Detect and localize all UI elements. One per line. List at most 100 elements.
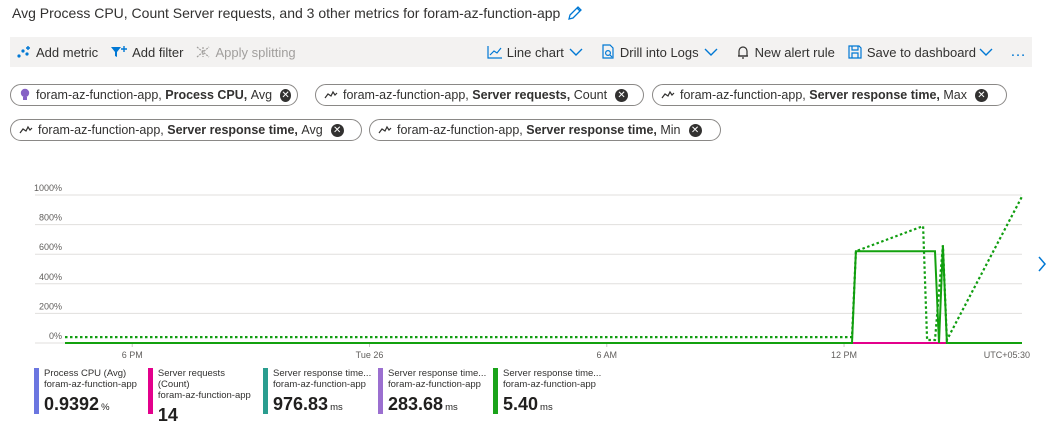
timezone-label: UTC+05:30	[984, 350, 1030, 360]
chart-title-row: Avg Process CPU, Count Server requests, …	[12, 3, 584, 23]
remove-chip-icon[interactable]: ✕	[974, 88, 988, 102]
legend-color-bar	[263, 368, 268, 414]
metrics-line-chart[interactable]: 0% 200% 400% 600% 800% 1000% 6 PM Tue 26 6 AM 12 …	[0, 180, 1047, 370]
x-tick-label: 6 PM	[122, 350, 143, 360]
line-chart-icon	[487, 46, 502, 59]
legend-color-bar	[148, 368, 153, 414]
more-icon: …	[1010, 43, 1026, 60]
x-tick-label: 6 AM	[597, 350, 618, 360]
legend-item[interactable]: Server response time... foram-az-functio…	[378, 368, 487, 414]
legend-item[interactable]: Server requests (Count) foram-az-functio…	[148, 368, 257, 425]
legend-resource: foram-az-function-app	[388, 379, 481, 390]
logs-icon	[602, 44, 614, 59]
legend-metric-name: Process CPU (Avg)	[44, 368, 127, 379]
metric-chip-server-requests[interactable]: foram-az-function-app, Server requests, …	[315, 84, 644, 106]
chip-resource: foram-az-function-app,	[680, 88, 806, 102]
pencil-edit-icon[interactable]	[566, 4, 584, 22]
add-metric-label: Add metric	[36, 44, 99, 60]
y-tick-label: 0%	[49, 331, 62, 341]
line-chart-dropdown[interactable]: Line chart	[481, 37, 594, 67]
add-filter-label: Add filter	[132, 44, 184, 60]
legend-value: 5.40	[503, 394, 539, 414]
legend-value: 976.83	[273, 394, 329, 414]
legend-value-row: 14	[158, 404, 257, 430]
remove-chip-icon[interactable]: ✕	[688, 123, 702, 137]
bell-icon	[737, 46, 748, 59]
chip-aggregation: Max	[943, 88, 967, 102]
series-line-0	[65, 195, 1023, 345]
line-icon	[19, 123, 33, 137]
chevron-down-icon	[569, 48, 583, 56]
filter-icon	[111, 46, 128, 57]
legend-metric-name: Server response time...	[388, 368, 487, 379]
y-tick-label: 800%	[39, 213, 62, 223]
new-alert-rule-label: New alert rule	[754, 44, 835, 60]
y-tick-label: 200%	[39, 301, 62, 311]
chip-metric: Server response time,	[526, 123, 657, 137]
legend-value: 0.9392	[44, 394, 100, 414]
apply-splitting-label: Apply splitting	[215, 44, 296, 60]
line-icon	[378, 123, 392, 137]
chip-resource: foram-az-function-app,	[343, 88, 469, 102]
save-to-dashboard-dropdown[interactable]: Save to dashboard	[841, 37, 1004, 67]
save-to-dashboard-label: Save to dashboard	[866, 44, 976, 60]
splitting-icon	[197, 46, 210, 58]
drill-into-logs-label: Drill into Logs	[619, 44, 699, 60]
apply-splitting-button[interactable]: Apply splitting	[189, 37, 301, 67]
metric-chip-process-cpu[interactable]: foram-az-function-app, Process CPU, Avg …	[10, 84, 298, 106]
chart-legend: Process CPU (Avg) foram-az-function-app …	[34, 368, 608, 425]
legend-unit: %	[101, 402, 110, 413]
legend-value-row: 0.9392%	[44, 393, 137, 419]
metric-chip-response-time-min[interactable]: foram-az-function-app, Server response t…	[369, 119, 721, 141]
legend-unit: ms	[445, 402, 458, 413]
new-alert-rule-button[interactable]: New alert rule	[729, 37, 841, 67]
remove-chip-icon[interactable]: ✕	[330, 123, 344, 137]
remove-chip-icon[interactable]: ✕	[280, 88, 291, 102]
legend-value-row: 283.68 ms	[388, 393, 486, 419]
metric-chip-response-time-avg[interactable]: foram-az-function-app, Server response t…	[10, 119, 362, 141]
chip-aggregation: Avg	[301, 123, 323, 137]
legend-value-row: 5.40 ms	[503, 393, 601, 419]
metric-chip-response-time-max[interactable]: foram-az-function-app, Server response t…	[652, 84, 1007, 106]
add-metric-button[interactable]: Add metric	[10, 37, 104, 67]
legend-metric-name: Server response time...	[273, 368, 372, 379]
chevron-right-icon[interactable]	[1036, 254, 1047, 274]
legend-unit: ms	[540, 402, 553, 413]
save-icon	[848, 45, 862, 59]
y-tick-label: 600%	[39, 242, 62, 252]
legend-resource: foram-az-function-app	[44, 379, 137, 390]
x-tick-label: Tue 26	[356, 350, 384, 360]
legend-resource: foram-az-function-app	[273, 379, 366, 390]
legend-color-bar	[493, 368, 498, 414]
chip-resource: foram-az-function-app,	[397, 123, 523, 137]
chevron-down-icon	[979, 48, 993, 56]
legend-item[interactable]: Server response time... foram-az-functio…	[263, 368, 372, 414]
legend-metric-name: Server requests (Count)	[157, 368, 225, 390]
legend-unit: ms	[330, 402, 343, 413]
bulb-icon	[19, 88, 31, 102]
remove-chip-icon[interactable]: ✕	[615, 88, 629, 102]
chip-metric: Server response time,	[809, 88, 940, 102]
drill-into-logs-dropdown[interactable]: Drill into Logs	[594, 37, 729, 67]
chip-metric: Process CPU,	[165, 88, 248, 102]
chip-metric: Server requests,	[472, 88, 571, 102]
y-tick-label: 400%	[39, 272, 62, 282]
chip-aggregation: Avg	[250, 88, 273, 102]
chip-resource: foram-az-function-app,	[38, 123, 164, 137]
legend-value: 14	[157, 405, 178, 425]
legend-value: 283.68	[388, 394, 444, 414]
legend-metric-name: Server response time...	[503, 368, 602, 379]
chart-title: Avg Process CPU, Count Server requests, …	[12, 5, 561, 21]
legend-item[interactable]: Server response time... foram-az-functio…	[493, 368, 602, 414]
legend-resource: foram-az-function-app	[157, 390, 251, 401]
x-tick-label: 12 PM	[831, 350, 857, 360]
chip-metric: Server response time,	[167, 123, 298, 137]
more-options-button[interactable]: …	[1004, 37, 1032, 67]
legend-color-bar	[34, 368, 39, 414]
chip-resource: foram-az-function-app,	[36, 88, 162, 102]
legend-item[interactable]: Process CPU (Avg) foram-az-function-app …	[34, 368, 142, 414]
metrics-toolbar: Add metric Add filter Apply splitting Li…	[10, 37, 1032, 67]
chip-aggregation: Min	[660, 123, 681, 137]
chevron-down-icon	[704, 48, 718, 56]
add-filter-button[interactable]: Add filter	[104, 37, 189, 67]
